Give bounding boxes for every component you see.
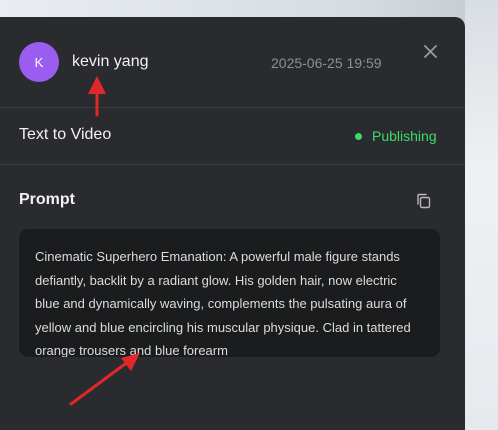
- status-dot-icon: [355, 132, 362, 140]
- timestamp: 2025-06-25 19:59: [271, 55, 382, 71]
- close-icon: [424, 45, 437, 58]
- avatar[interactable]: K: [19, 42, 59, 82]
- copy-icon: [417, 193, 431, 209]
- status-badge: Publishing: [355, 128, 437, 144]
- username: kevin yang: [72, 53, 149, 70]
- task-detail-panel: K kevin yang 2025-06-25 19:59 Text to Vi…: [0, 17, 465, 430]
- background-right: [465, 0, 498, 430]
- prompt-text: Cinematic Superhero Emanation: A powerfu…: [35, 249, 411, 357]
- copy-button[interactable]: [414, 191, 434, 211]
- status-label: Publishing: [372, 128, 437, 144]
- panel-header: K kevin yang 2025-06-25 19:59: [0, 17, 465, 108]
- close-button[interactable]: [420, 41, 442, 63]
- task-type-label: Text to Video: [19, 126, 112, 143]
- prompt-title: Prompt: [19, 191, 75, 208]
- prompt-text-box[interactable]: Cinematic Superhero Emanation: A powerfu…: [19, 229, 440, 357]
- task-type-row: Text to Video Publishing: [0, 108, 465, 165]
